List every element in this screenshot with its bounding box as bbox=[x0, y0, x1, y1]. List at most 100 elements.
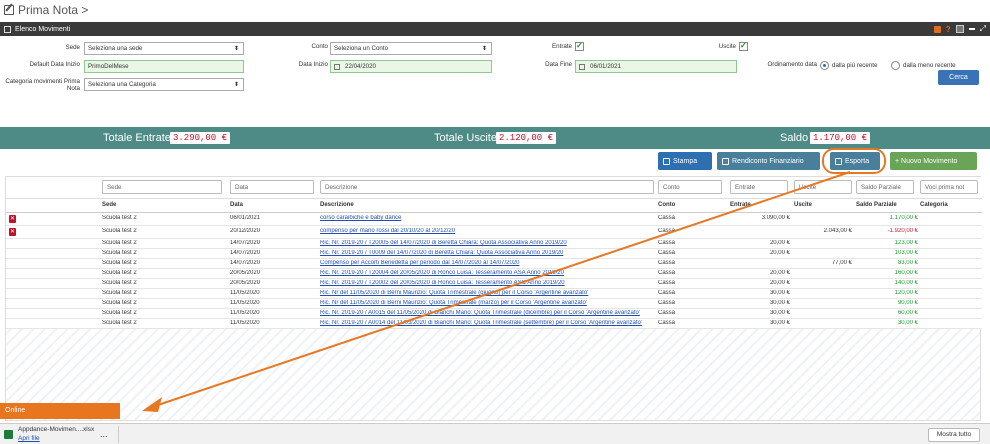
calendar-icon bbox=[334, 64, 340, 70]
cell-entrate: 20,00 € bbox=[769, 240, 790, 246]
default-data-input[interactable]: PrimoDelMese bbox=[84, 60, 244, 73]
filters-panel: Sede Seleziona una sede ⬍ Conto Selezion… bbox=[0, 36, 990, 126]
cell-sede: Scuola test 2 bbox=[102, 300, 137, 306]
search-sede-input[interactable]: Sede bbox=[102, 180, 222, 194]
categoria-label-1: Categoria movimenti Prima bbox=[5, 78, 80, 85]
cell-desc[interactable]: Compenso per Accorti Benedetta per perio… bbox=[320, 260, 654, 266]
table-row[interactable]: Scuola test 2 11/05/2020 Ric. Nr. 2019-20 … bbox=[6, 319, 982, 329]
excel-file-icon bbox=[4, 430, 13, 439]
delete-icon[interactable]: ✕ bbox=[9, 215, 16, 223]
table-header: Sede Data Descrizione Conto Entrate Usci… bbox=[6, 199, 982, 213]
help-icon[interactable]: ? bbox=[946, 25, 951, 34]
search-data-input[interactable]: Data bbox=[230, 180, 314, 194]
table-row[interactable]: Scuola test 2 14/07/2020 Compenso per Acco… bbox=[6, 259, 982, 269]
cell-desc[interactable]: Ric. Nr. 2019-20 / T20005 del 14/07/2020… bbox=[320, 240, 654, 246]
cell-sede: Scuola test 2 bbox=[102, 228, 137, 234]
cell-desc[interactable]: Ric. Nr del 11/05/2020 di Berni Maurizio… bbox=[320, 300, 654, 306]
table-row[interactable]: Scuola test 2 20/05/2020 Ric. Nr. 2019-20 … bbox=[6, 279, 982, 289]
table-row[interactable]: Scuola test 2 20/05/2020 Ric. Nr. 2019-20 … bbox=[6, 269, 982, 279]
tools-icon[interactable] bbox=[933, 25, 941, 33]
expand-icon[interactable]: ⤢ bbox=[980, 24, 986, 34]
rendiconto-button[interactable]: Rendiconto Finanziario bbox=[717, 152, 820, 170]
table-row[interactable]: ✕ Scuola test 2 20/12/2020 compenso per mar… bbox=[6, 226, 982, 239]
delete-icon[interactable]: ✕ bbox=[9, 228, 16, 236]
cell-desc[interactable]: corso caraibiche e baby dance bbox=[320, 215, 654, 221]
cell-saldo: 1.170,00 € bbox=[889, 215, 918, 221]
rendiconto-label: Rendiconto Finanziario bbox=[732, 157, 804, 165]
cell-sede: Scuola test 2 bbox=[102, 310, 137, 316]
search-descrizione-input[interactable]: Descrizione bbox=[320, 180, 654, 194]
data-fine-input[interactable]: 06/01/2021 bbox=[575, 60, 737, 73]
cell-desc[interactable]: Ric. Nr. 2019-20 / A0015 del 11/05/2020 … bbox=[320, 310, 654, 316]
col-header-uscite[interactable]: Uscite bbox=[794, 202, 812, 208]
sede-select[interactable]: Seleziona una sede ⬍ bbox=[84, 42, 244, 55]
minimize-icon[interactable] bbox=[968, 28, 975, 30]
col-header-conto[interactable]: Conto bbox=[658, 202, 675, 208]
categoria-select[interactable]: Seleziona una Categoria ⬍ bbox=[84, 78, 244, 91]
cell-data: 11/05/2020 bbox=[230, 290, 260, 296]
search-uscite-input[interactable]: Uscite bbox=[794, 180, 852, 194]
radio-piu-recente[interactable] bbox=[820, 61, 829, 70]
default-data-value: PrimoDelMese bbox=[88, 63, 129, 70]
table-row[interactable]: Scuola test 2 11/05/2020 Ric. Nr. 2019-20 … bbox=[6, 309, 982, 319]
cell-desc[interactable]: Ric. Nr del 11/05/2020 di Berni Maurizio… bbox=[320, 290, 654, 296]
data-fine-value: 06/01/2021 bbox=[590, 63, 621, 70]
cell-entrate: 20,00 € bbox=[769, 270, 790, 276]
cell-saldo: 83,00 € bbox=[897, 260, 918, 266]
cell-entrate: 20,00 € bbox=[769, 280, 790, 286]
stampa-button[interactable]: Stampa bbox=[658, 152, 712, 170]
cell-saldo: 160,00 € bbox=[894, 270, 918, 276]
table-row[interactable]: Scuola test 2 11/05/2020 Ric. Nr del 11/05… bbox=[6, 299, 982, 309]
search-entrate-input[interactable]: Entrate bbox=[730, 180, 788, 194]
cell-conto: Cassa bbox=[658, 280, 676, 286]
nuovo-movimento-button[interactable]: + Nuovo Movimento bbox=[890, 152, 977, 170]
data-inizio-value: 22/04/2020 bbox=[345, 63, 376, 70]
cell-desc[interactable]: compenso per mario rossi dal 20/10/20 al… bbox=[320, 228, 654, 234]
download-filename[interactable]: Appdance-Movimen....xlsx bbox=[18, 426, 94, 433]
radio-meno-recente[interactable] bbox=[891, 61, 900, 70]
print-icon bbox=[663, 157, 670, 165]
cell-sede: Scuola test 2 bbox=[102, 250, 137, 256]
cell-entrate: 30,00 € bbox=[769, 300, 790, 306]
table-row[interactable]: ✕ Scuola test 2 06/01/2021 corso caraibiche… bbox=[6, 213, 982, 226]
search-conto-input[interactable]: Conto bbox=[658, 180, 722, 194]
uscite-checkbox[interactable] bbox=[739, 41, 748, 51]
cell-saldo: 90,00 € bbox=[897, 300, 918, 306]
cerca-button[interactable]: Cerca bbox=[938, 70, 979, 85]
cell-sede: Scuola test 2 bbox=[102, 290, 137, 296]
cell-desc[interactable]: Ric. Nr. 2019-20 / T20002 del 20/05/2020… bbox=[320, 280, 654, 286]
cell-desc[interactable]: Ric. Nr. 2019-20 / T0009 del 14/07/2020 … bbox=[320, 250, 654, 256]
online-status: Online bbox=[0, 403, 120, 419]
entrate-checkbox[interactable] bbox=[575, 41, 584, 51]
page-title: Prima Nota > bbox=[18, 3, 89, 17]
col-header-entrate[interactable]: Entrate bbox=[730, 202, 751, 208]
data-inizio-input[interactable]: 22/04/2020 bbox=[330, 60, 492, 73]
col-header-data[interactable]: Data bbox=[230, 202, 243, 208]
cell-desc[interactable]: Ric. Nr. 2019-20 / T20004 del 20/05/2020… bbox=[320, 270, 654, 276]
conto-label: Conto bbox=[311, 43, 328, 50]
table-row[interactable]: Scuola test 2 14/07/2020 Ric. Nr. 2019-20 … bbox=[6, 239, 982, 249]
col-header-saldo[interactable]: Saldo Parziale bbox=[856, 202, 897, 208]
cell-conto: Cassa bbox=[658, 300, 676, 306]
col-header-sede[interactable]: Sede bbox=[102, 202, 116, 208]
table-row[interactable]: Scuola test 2 11/05/2020 Ric. Nr del 11/05… bbox=[6, 289, 982, 299]
settings-icon[interactable] bbox=[955, 25, 964, 33]
page-header: Prima Nota > bbox=[0, 0, 990, 20]
apri-file-link[interactable]: Apri file bbox=[18, 435, 40, 442]
search-voci-input[interactable]: Voci prima not bbox=[920, 180, 978, 194]
cell-uscite: 2.043,00 € bbox=[823, 228, 852, 234]
table-row[interactable]: Scuola test 2 14/07/2020 Ric. Nr. 2019-20 … bbox=[6, 249, 982, 259]
conto-select[interactable]: Seleziona un Conto ⬍ bbox=[330, 42, 492, 55]
mostra-tutto-button[interactable]: Mostra tutto bbox=[928, 428, 980, 442]
cell-saldo: 30,00 € bbox=[897, 320, 918, 326]
esporta-highlight-ring bbox=[822, 148, 886, 174]
ordinamento-label: Ordinamento data bbox=[767, 61, 817, 68]
search-saldo-input[interactable]: Saldo Parziale bbox=[856, 180, 914, 194]
col-header-descrizione[interactable]: Descrizione bbox=[320, 202, 354, 208]
cell-data: 20/05/2020 bbox=[230, 270, 261, 276]
more-options-icon[interactable]: ... bbox=[100, 429, 108, 439]
cell-conto: Cassa bbox=[658, 228, 676, 234]
col-header-categoria[interactable]: Categoria bbox=[920, 202, 948, 208]
cell-desc[interactable]: Ric. Nr. 2019-20 / A0014 del 11/05/2020 … bbox=[320, 320, 654, 326]
saldo-value: 1.170,00 € bbox=[810, 132, 871, 144]
